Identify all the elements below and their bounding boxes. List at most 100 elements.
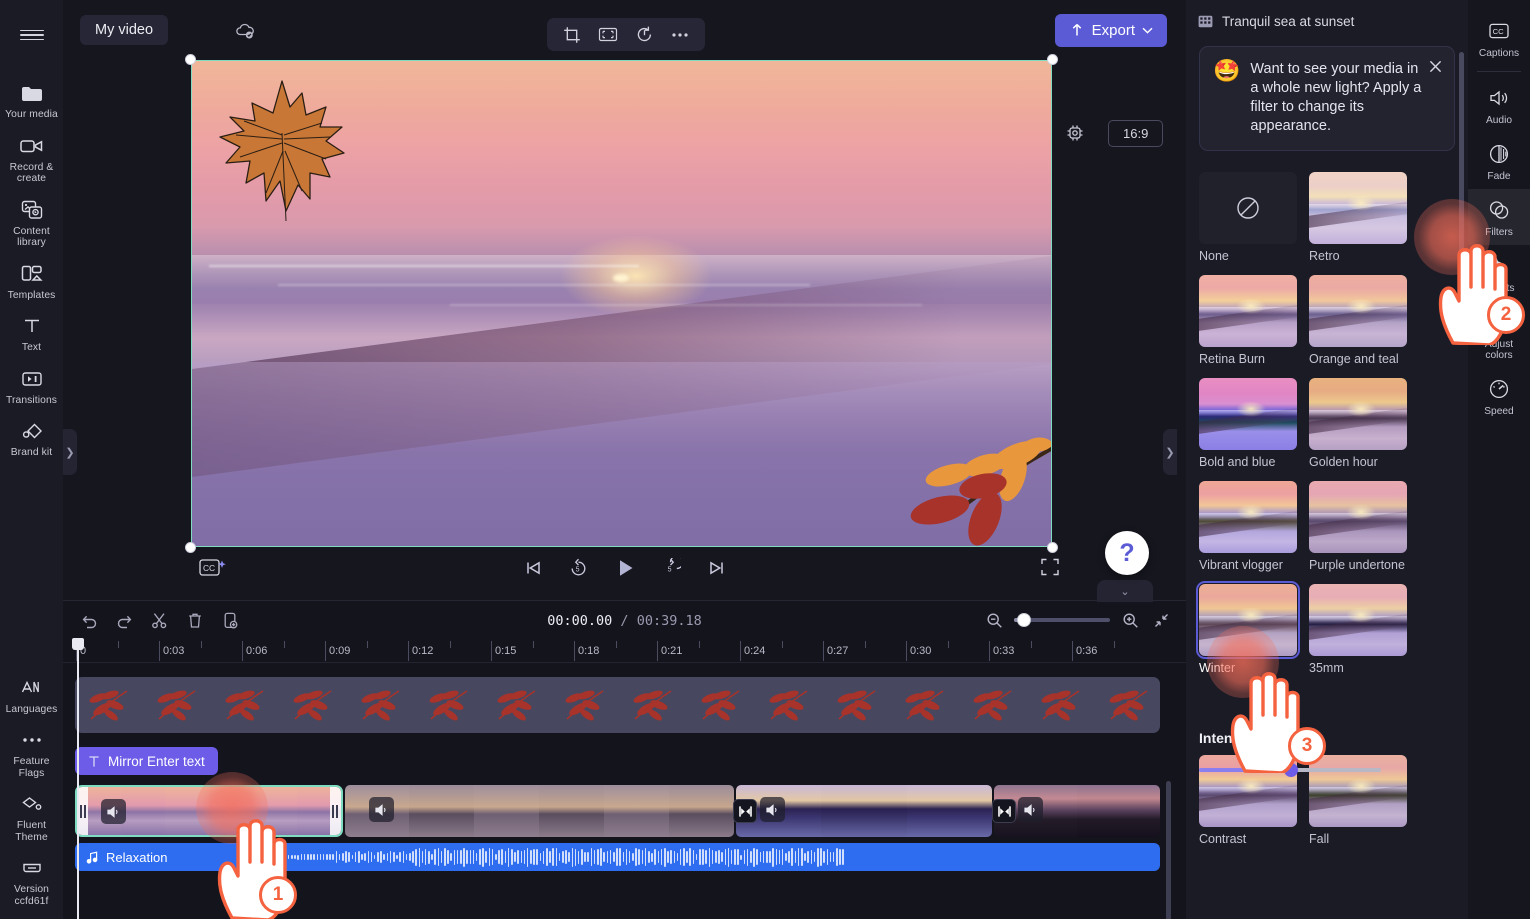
right-rail-filters[interactable]: Filters [1468, 189, 1530, 245]
timeline-video-track [75, 785, 1160, 837]
rewind-5s-icon[interactable]: 5 [565, 554, 593, 582]
waveform-bar [702, 849, 704, 865]
filter-golden[interactable]: Golden hour [1309, 378, 1407, 469]
sidebar-item-text[interactable]: Text [0, 307, 63, 360]
timeline-ruler[interactable]: 0 0:03 0:06 0:09 0:12 0:15 0:18 0:21 0:24 0:27 0:3… [63, 639, 1186, 663]
waveform-bar [319, 853, 322, 861]
zoom-slider-knob[interactable] [1017, 613, 1031, 627]
waveform-bar [670, 849, 672, 865]
hamburger-icon[interactable] [15, 18, 49, 52]
rotate-icon[interactable] [631, 22, 657, 48]
clip-volume-icon[interactable] [368, 797, 394, 822]
filters-icon [1487, 198, 1511, 222]
filter-none[interactable]: None [1199, 172, 1297, 263]
collapse-left-panel-icon[interactable]: ❯ [63, 429, 77, 475]
timeline-video-clip[interactable] [994, 785, 1160, 837]
sidebar-item-content-library[interactable]: Content library [0, 191, 63, 255]
intensity-slider[interactable] [1199, 763, 1381, 777]
sidebar-item-record-create[interactable]: Record & create [0, 127, 63, 191]
video-preview[interactable] [191, 60, 1052, 547]
timeline-video-clip[interactable] [344, 785, 734, 837]
right-rail-speed[interactable]: Speed [1468, 368, 1530, 424]
right-rail-audio[interactable]: Audio [1468, 77, 1530, 133]
sidebar-item-label: Feature Flags [13, 756, 50, 779]
resize-handle-top-left[interactable] [185, 54, 196, 65]
chip-settings-icon[interactable] [1063, 121, 1087, 145]
video-preview-selection[interactable] [185, 54, 1058, 553]
sidebar-item-label: Brand kit [10, 447, 53, 458]
skip-previous-icon[interactable] [519, 554, 547, 582]
sidebar-item-label: Transitions [5, 394, 58, 406]
help-button[interactable]: ? [1105, 531, 1149, 575]
filter-boldblue[interactable]: Bold and blue [1199, 378, 1297, 469]
filter-retro[interactable]: Retro [1309, 172, 1407, 263]
forward-5s-icon[interactable]: 5 [657, 554, 685, 582]
fullscreen-icon[interactable] [1039, 556, 1063, 580]
sidebar-item-your-media[interactable]: Your media [0, 74, 63, 127]
timeline-overlay-track[interactable] [75, 677, 1160, 733]
sidebar-item-fluent-theme[interactable]: Fluent Theme [0, 785, 63, 849]
sidebar-item-feature-flags[interactable]: Feature Flags [0, 721, 63, 785]
fit-to-frame-icon[interactable] [595, 22, 621, 48]
right-rail-adjust-colors[interactable]: Adjust colors [1468, 301, 1530, 368]
sidebar-item-label: Text [21, 342, 42, 353]
zoom-out-icon[interactable] [983, 609, 1005, 631]
play-icon[interactable] [611, 554, 639, 582]
fit-timeline-icon[interactable] [1150, 609, 1172, 631]
timeline-audio-clip[interactable]: Relaxation [75, 843, 1160, 871]
waveform-bar [310, 854, 312, 860]
sidebar-item-templates[interactable]: Templates [0, 255, 63, 308]
filter-thirtyfive[interactable]: 35mm [1309, 584, 1407, 675]
crop-icon[interactable] [559, 22, 585, 48]
divider [1477, 71, 1521, 72]
zoom-in-icon[interactable] [1119, 609, 1141, 631]
sidebar-item-brand-kit[interactable]: Brand kit [0, 412, 63, 465]
waveform-bar [268, 855, 271, 859]
timeline-video-clip[interactable] [75, 785, 343, 837]
text-clip-label: Mirror Enter text [108, 753, 205, 769]
clip-volume-icon[interactable] [101, 799, 126, 824]
project-name-field[interactable]: My video [80, 15, 169, 45]
aspect-ratio-button[interactable]: 16:9 [1108, 120, 1164, 147]
timeline-video-clip[interactable] [735, 785, 993, 837]
wave-line [277, 284, 811, 287]
waveform-bar [756, 848, 758, 866]
skip-next-icon[interactable] [703, 554, 731, 582]
transition-badge[interactable] [733, 799, 757, 823]
timeline-text-clip[interactable]: Mirror Enter text [75, 747, 218, 775]
playhead[interactable] [72, 638, 84, 919]
filter-vibrant[interactable]: Vibrant vlogger [1199, 481, 1297, 572]
timeline-vertical-scrollbar[interactable] [1166, 781, 1171, 919]
resize-handle-top-right[interactable] [1047, 54, 1058, 65]
close-icon[interactable] [1425, 56, 1445, 76]
filter-purple[interactable]: Purple undertone [1309, 481, 1407, 572]
waveform-bar [842, 849, 845, 865]
cloud-saved-icon[interactable] [234, 20, 256, 42]
transition-badge[interactable] [992, 799, 1016, 823]
waveform-bar [740, 854, 743, 860]
right-rail-captions[interactable]: CC Captions [1468, 10, 1530, 66]
clip-volume-icon[interactable] [1018, 797, 1044, 822]
filter-orangeteal[interactable]: Orange and teal [1309, 275, 1407, 366]
filter-retina[interactable]: Retina Burn [1199, 275, 1297, 366]
right-rail-fade[interactable]: Fade [1468, 133, 1530, 189]
filter-winter[interactable]: Winter [1196, 581, 1300, 675]
more-options-icon[interactable] [667, 22, 693, 48]
right-rail-effects[interactable]: Effects [1468, 245, 1530, 301]
trim-handle-right[interactable] [329, 787, 341, 835]
collapse-right-panel-icon[interactable]: ❯ [1163, 429, 1177, 475]
waveform-bar [750, 851, 752, 863]
collapse-timeline-icon[interactable]: ⌄ [1097, 580, 1153, 602]
waveform-bar [536, 848, 539, 866]
properties-panel: Tranquil sea at sunset 🤩 Want to see you… [1186, 0, 1468, 919]
sidebar-item-languages[interactable]: Languages [0, 669, 63, 722]
sidebar-item-transitions[interactable]: Transitions [0, 360, 63, 413]
overlay-leaf-icon [755, 677, 823, 733]
sidebar-item-version[interactable]: Version ccfd61f [0, 849, 63, 913]
timeline-zoom-slider[interactable] [1014, 613, 1110, 627]
clip-volume-icon[interactable] [759, 797, 785, 822]
intensity-slider-knob[interactable] [1284, 763, 1298, 777]
properties-scrollbar[interactable] [1459, 52, 1464, 262]
waveform-bar [415, 848, 417, 866]
export-button[interactable]: Export [1054, 14, 1167, 47]
